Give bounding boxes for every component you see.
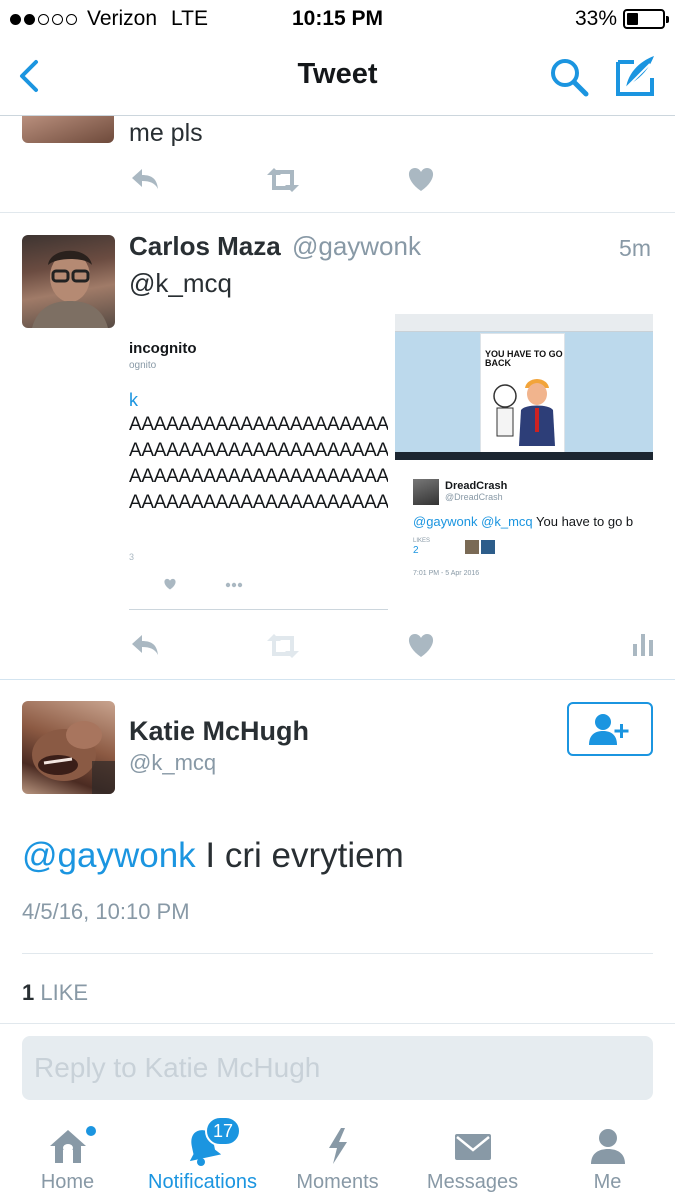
image-text-line: AAAAAAAAAAAAAAAAAAAAAAA [129,414,388,435]
compose-icon [616,56,654,96]
envelope-icon [454,1134,491,1160]
tab-label: Moments [296,1171,379,1193]
battery-percent: 33% [574,7,617,30]
retweet-button[interactable] [265,166,301,199]
tab-label: Me [593,1171,622,1193]
embedded-likes-count: 2 [413,545,419,556]
avatar [465,540,479,554]
tab-messages[interactable]: Messages [405,1110,540,1200]
image-subtitle: ognito [129,360,157,371]
meme-text: YOU HAVE TO GO BACK [485,349,563,368]
avatar[interactable] [22,116,114,143]
reply-box[interactable] [22,1036,653,1100]
retweet-icon [267,634,299,658]
image-link: k [129,390,138,410]
reply-icon [132,169,158,189]
embedded-date: 7:01 PM - 5 Apr 2016 [413,570,480,577]
author-handle[interactable]: @gaywonk [292,231,421,261]
reply-icon [132,635,158,655]
add-user-icon [589,714,629,745]
tweet-text[interactable]: @k_mcq [129,268,232,299]
embedded-author-handle: @DreadCrash [445,492,503,502]
author-name[interactable]: Carlos Maza [129,231,281,261]
image-text-line: AAAAAAAAAAAAAAAAAAAAAAA [129,492,388,513]
author-handle[interactable]: @k_mcq [129,750,216,776]
divider [0,212,675,213]
tab-home[interactable]: Home [0,1110,135,1200]
tab-label: Home [40,1171,95,1193]
heart-icon [164,578,176,590]
avatar[interactable] [22,235,115,328]
mention-link[interactable]: @gaywonk [22,836,196,875]
tweet-text: @gaywonk I cri evrytiem [22,836,404,875]
compose-tweet-button[interactable] [614,52,658,103]
heart-icon [408,634,434,657]
more-icon [225,582,243,588]
tab-bar: Home 17 Notifications Moments Messages M… [0,1110,675,1200]
tab-notifications[interactable]: 17 Notifications [135,1110,270,1200]
avatar[interactable] [22,701,115,794]
meme-illustration [493,379,555,446]
tab-label: Messages [426,1171,519,1193]
reply-input[interactable] [34,1052,641,1084]
divider [22,953,653,954]
media-image-left[interactable]: incognito ognito k AAAAAAAAAAAAAAAAAAAAA… [129,314,388,610]
analytics-icon [633,634,653,656]
analytics-button[interactable] [632,632,654,661]
image-count: 3 [129,552,135,562]
image-text-line: AAAAAAAAAAAAAAAAAAAAAAA [129,466,388,487]
tab-me[interactable]: Me [540,1110,675,1200]
status-time: 10:15 PM [291,7,384,30]
reply-button[interactable] [130,632,160,663]
author-name-row: Carlos Maza @gaywonk [129,231,421,262]
heart-icon [408,168,434,191]
status-bar: Verizon LTE 10:15 PM 33% [0,0,675,38]
retweet-icon [267,168,299,192]
image-title: incognito [129,340,197,357]
tab-label: Notifications [148,1171,257,1193]
avatar [481,540,495,554]
author-name[interactable]: Katie McHugh [129,716,309,747]
battery-icon [623,9,669,29]
tab-moments[interactable]: Moments [270,1110,405,1200]
follow-button[interactable] [567,702,653,756]
reply-button[interactable] [130,166,160,197]
new-content-indicator [86,1126,96,1136]
embedded-likes-label: LIKES [413,538,431,544]
tweet-timestamp: 5m [619,235,651,261]
tweet-date: 4/5/16, 10:10 PM [22,899,190,924]
tweet-text: me pls [129,119,203,147]
notification-badge: 17 [205,1116,241,1146]
divider [0,1023,675,1024]
lightning-icon [328,1128,347,1164]
search-icon [551,59,589,97]
embedded-author-name: DreadCrash [445,480,508,492]
search-button[interactable] [548,56,590,103]
like-button[interactable] [407,632,435,663]
retweet-button[interactable] [265,632,301,665]
like-button[interactable] [407,166,435,197]
embedded-tweet-text: @gaywonk @k_mcq You have to go b [413,514,634,529]
navigation-bar: Tweet [0,38,675,116]
person-icon [590,1129,625,1164]
image-text-line: AAAAAAAAAAAAAAAAAAAAAAA [129,440,388,461]
likes-count[interactable]: 1 LIKE [22,980,88,1006]
media-image-right[interactable]: YOU HAVE TO GO BACK DreadCrash @DreadCra… [395,314,653,610]
home-icon [49,1130,86,1163]
embedded-screenshot: YOU HAVE TO GO BACK [395,314,653,460]
avatar [413,479,439,505]
divider [0,679,675,680]
